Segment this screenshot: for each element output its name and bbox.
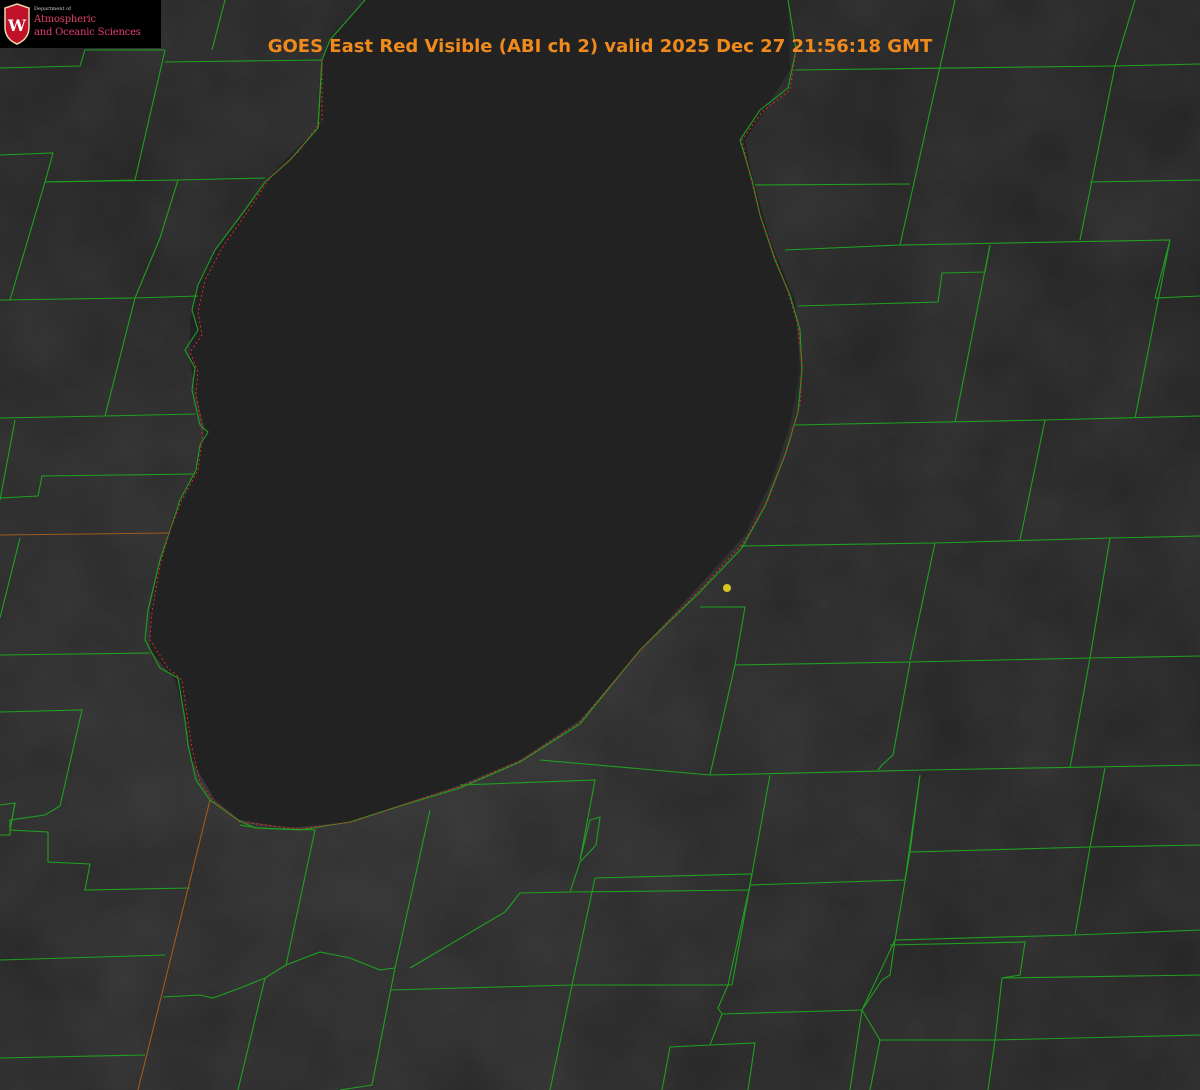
satellite-map-canvas (0, 0, 1200, 1090)
point-marker-icon (723, 584, 731, 592)
logo-department-label: Department of (34, 6, 71, 12)
satellite-map-view: W Department of Atmospheric and Oceanic … (0, 0, 1200, 1090)
image-title: GOES East Red Visible (ABI ch 2) valid 2… (267, 36, 933, 57)
logo-name-line1: Atmospheric (34, 14, 96, 25)
logo-shield-letter: W (7, 16, 27, 35)
